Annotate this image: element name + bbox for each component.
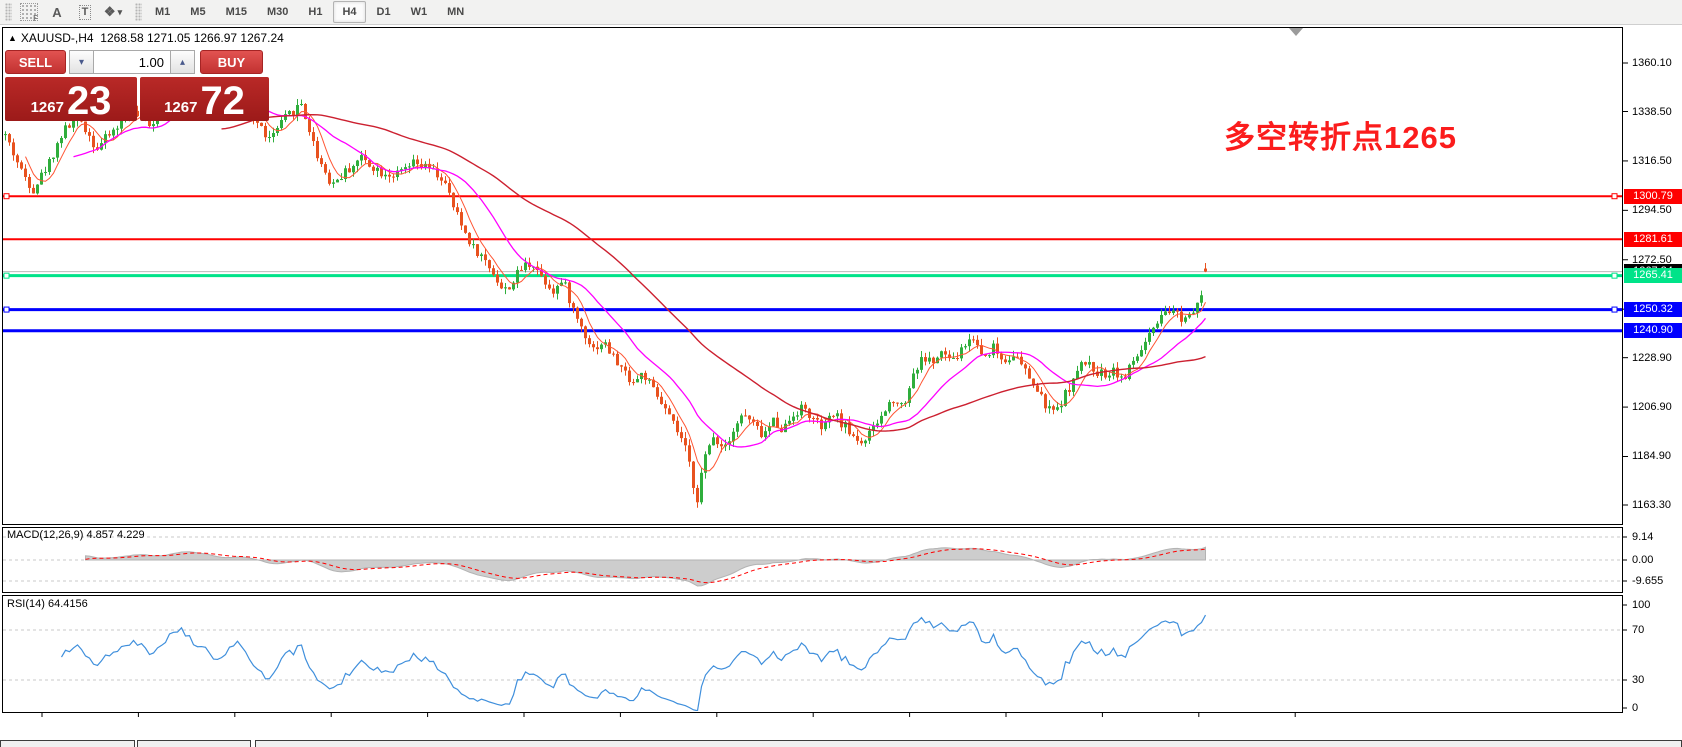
buy-price-base: 1267 [164, 99, 197, 116]
price-level-tag[interactable]: 1240.90 [1624, 323, 1682, 338]
price-tick-label: 1294.50 [1632, 203, 1672, 217]
annotation-text: 多空转折点1265 [1224, 112, 1457, 157]
terminal-screen: F A T ❖ ▾ M1M5M15M30H1H4D1W1MN ▲XAUUSD-,… [0, 0, 1682, 747]
sell-price-pips: 23 [67, 82, 112, 120]
price-tick-label: 1184.90 [1632, 449, 1671, 463]
buy-price-pips: 72 [200, 82, 245, 120]
price-tick-label: 1360.10 [1632, 56, 1672, 70]
rsi-axis-label: 0 [1632, 701, 1638, 715]
price-level-tag[interactable]: 1265.41 [1624, 268, 1682, 283]
symbol-label: XAUUSD-,H4 [21, 31, 94, 45]
price-tick-label: 1206.90 [1632, 400, 1672, 414]
macd-indicator-title: MACD(12,26,9) 4.857 4.229 [7, 529, 145, 541]
rsi-axis-label: 70 [1632, 623, 1644, 637]
ohlc-values: 1268.58 1271.05 1266.97 1267.24 [100, 31, 284, 45]
spin-down-icon: ▾ [79, 57, 84, 68]
price-tick-label: 1163.30 [1632, 498, 1671, 512]
quote-header: ▲ XAUUSD-,H4 1268.58 1271.05 1266.97 1267… [8, 31, 284, 45]
trade-panel: SELL ▾ ▴ BUY 1267 23 1267 72 [5, 50, 269, 121]
scroll-position-marker[interactable] [1289, 28, 1303, 36]
collapse-arrow-icon[interactable]: ▲ [8, 33, 17, 43]
macd-axis-label: 9.14 [1632, 530, 1653, 544]
panel-separator[interactable] [2, 592, 1623, 596]
volume-increase-button[interactable]: ▴ [171, 50, 195, 74]
rsi-axis-label: 100 [1632, 598, 1650, 612]
volume-input[interactable] [93, 50, 171, 74]
macd-axis-label: 0.00 [1632, 553, 1653, 567]
rsi-axis-label: 30 [1632, 673, 1644, 687]
price-level-tag[interactable]: 1250.32 [1624, 302, 1682, 317]
buy-button[interactable]: BUY [200, 50, 263, 74]
price-level-tag[interactable]: 1300.79 [1624, 189, 1682, 204]
sell-price-box[interactable]: 1267 23 [5, 77, 137, 121]
price-level-tag[interactable]: 1281.61 [1624, 232, 1682, 247]
panel-separator[interactable] [2, 524, 1623, 528]
price-tick-label: 1338.50 [1632, 105, 1672, 119]
price-tick-label: 1228.90 [1632, 351, 1672, 365]
spin-up-icon: ▴ [180, 57, 185, 68]
sell-button[interactable]: SELL [5, 50, 66, 74]
volume-decrease-button[interactable]: ▾ [69, 50, 93, 74]
macd-axis-label: -9.655 [1632, 574, 1663, 588]
buy-price-box[interactable]: 1267 72 [140, 77, 269, 121]
sell-price-base: 1267 [31, 99, 64, 116]
price-tick-label: 1316.50 [1632, 154, 1672, 168]
rsi-indicator-title: RSI(14) 64.4156 [7, 598, 88, 610]
